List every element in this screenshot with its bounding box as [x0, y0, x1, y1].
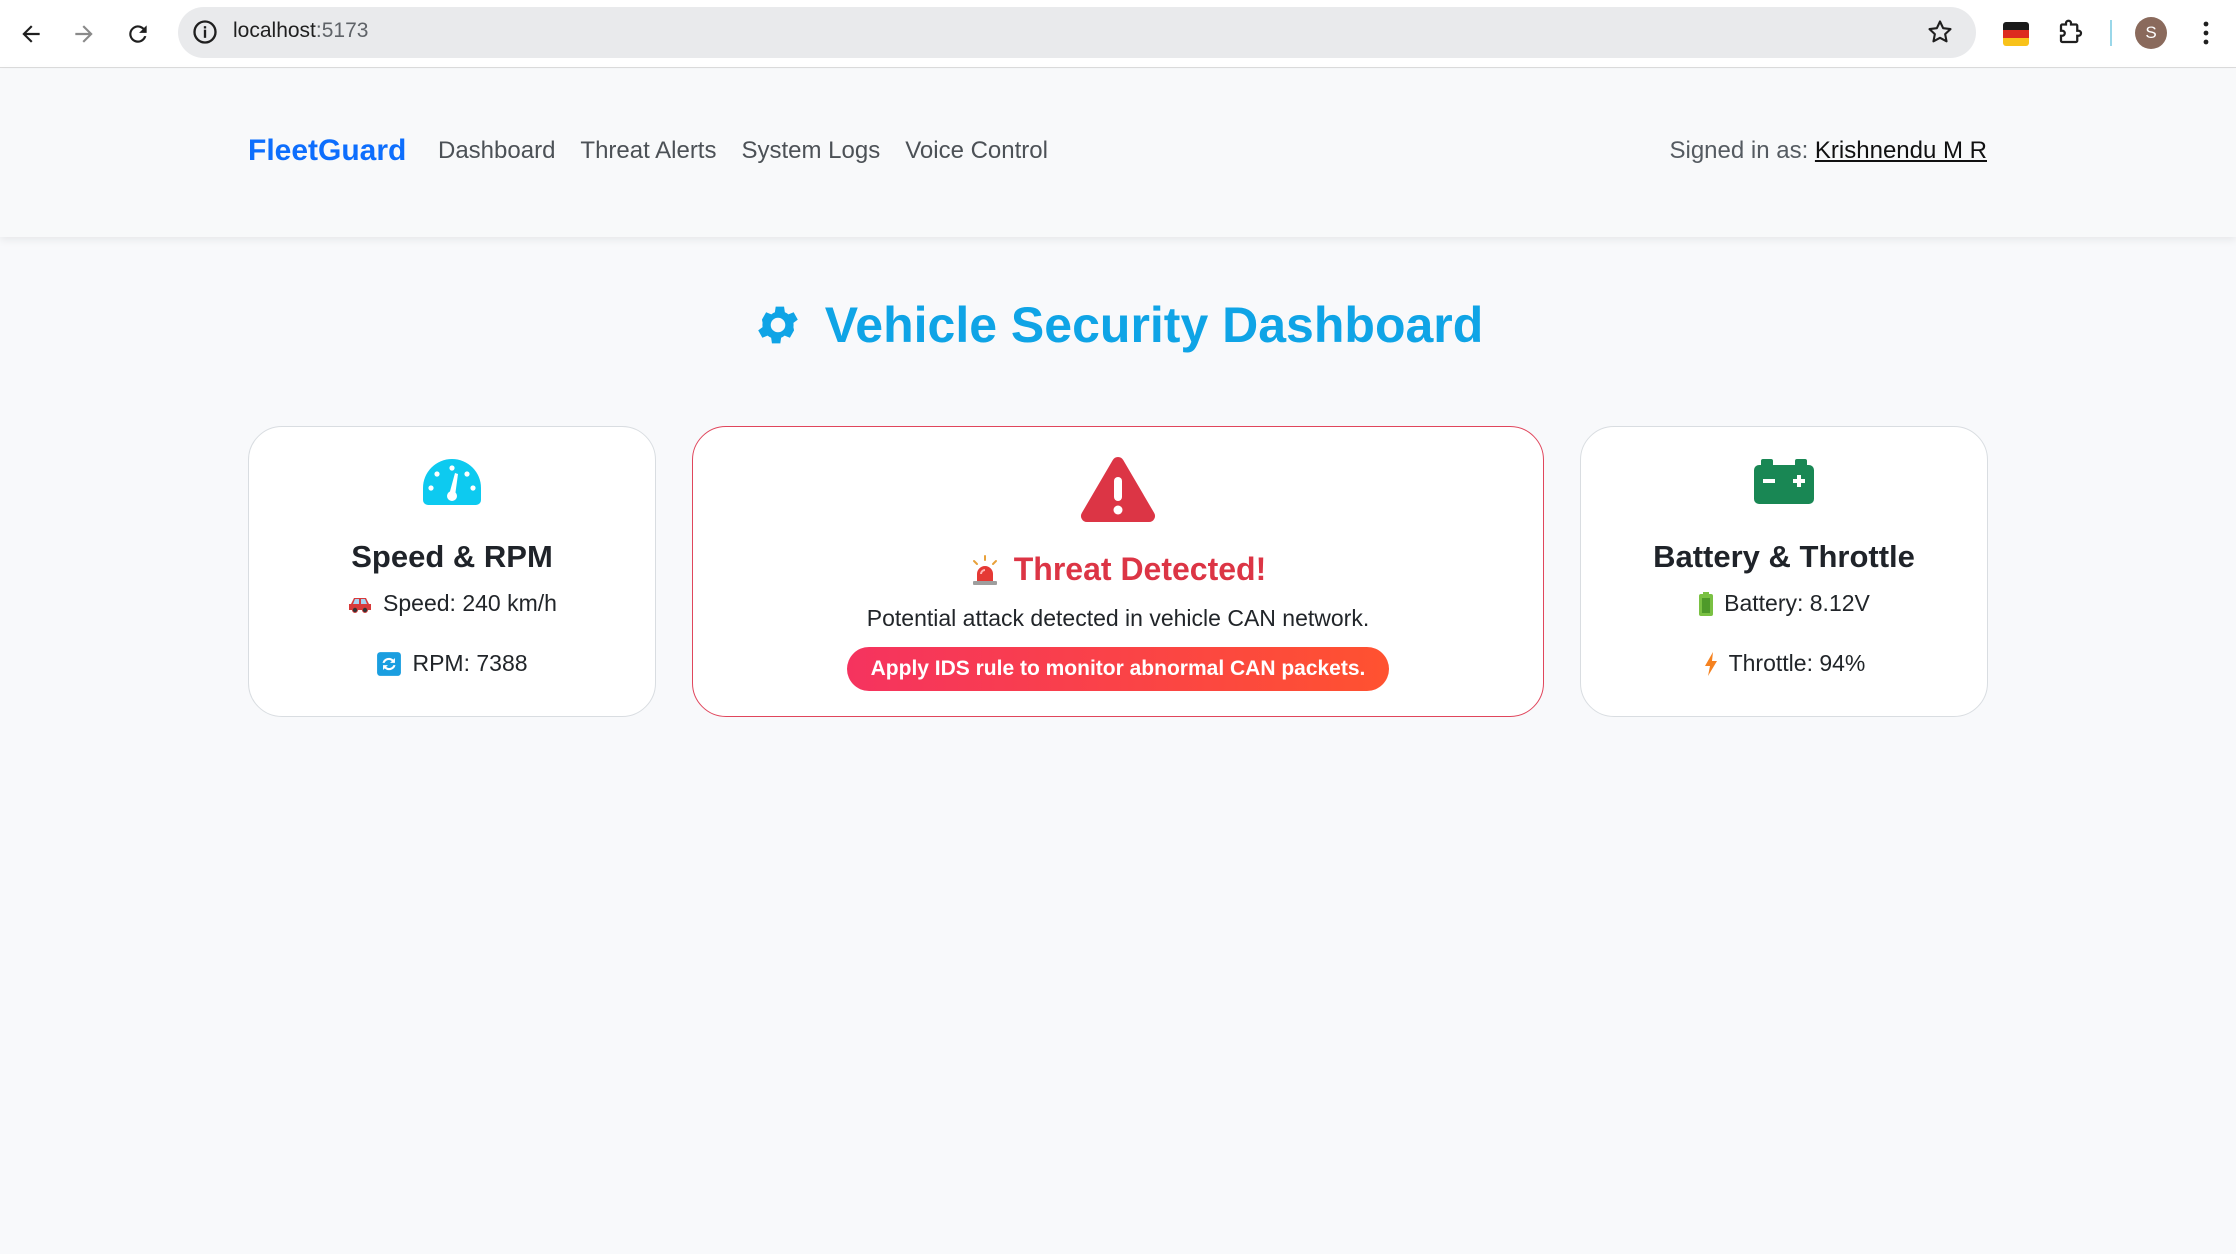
- rpm-value: RPM: 7388: [412, 650, 528, 676]
- car-icon: [349, 597, 372, 613]
- speed-rpm-card: Speed & RPM Speed: 240 km/h RPM: 7388: [248, 426, 656, 717]
- browser-toolbar: localhost:5173 S: [0, 0, 2236, 68]
- warning-triangle-icon: [1080, 457, 1156, 522]
- nav-links: Dashboard Threat Alerts System Logs Voic…: [438, 137, 1073, 165]
- signed-in-status: Signed in as: Krishnendu M R: [1669, 137, 1987, 165]
- signed-in-label: Signed in as:: [1669, 137, 1815, 164]
- ids-rule-badge[interactable]: Apply IDS rule to monitor abnormal CAN p…: [846, 647, 1390, 691]
- battery-card-title: Battery & Throttle: [1653, 539, 1915, 574]
- reload-icon: [129, 25, 147, 43]
- threat-action-wrap: Apply IDS rule to monitor abnormal CAN p…: [693, 647, 1543, 691]
- battery-row: Battery: 8.12V: [1581, 590, 1987, 617]
- brand-logo[interactable]: FleetGuard: [248, 134, 406, 168]
- speedometer-icon: [423, 459, 481, 505]
- page-title: Vehicle Security Dashboard: [824, 297, 1484, 353]
- more-menu-icon[interactable]: [2196, 18, 2216, 48]
- arrow-right-icon: [75, 25, 93, 43]
- flag-extension-icon[interactable]: [2003, 22, 2029, 46]
- nav-link-dashboard[interactable]: Dashboard: [438, 137, 555, 165]
- refresh-icon: [377, 651, 402, 676]
- speed-value: Speed: 240 km/h: [383, 590, 557, 616]
- extensions-icon[interactable]: [2056, 17, 2086, 47]
- app-navbar: FleetGuard Dashboard Threat Alerts Syste…: [0, 69, 2236, 237]
- speed-row: Speed: 240 km/h: [249, 590, 655, 617]
- battery-throttle-card: Battery & Throttle Battery: 8.12V Thrott…: [1580, 426, 1988, 717]
- nav-link-threat-alerts[interactable]: Threat Alerts: [580, 137, 716, 165]
- threat-title: Threat Detected!: [1013, 551, 1267, 587]
- page-heading: Vehicle Security Dashboard: [0, 296, 2236, 354]
- nav-link-system-logs[interactable]: System Logs: [741, 137, 880, 165]
- battery-value: Battery: 8.12V: [1724, 590, 1870, 616]
- battery-icon: [1754, 459, 1814, 504]
- nav-link-voice-control[interactable]: Voice Control: [905, 137, 1048, 165]
- speed-card-title: Speed & RPM: [351, 539, 553, 574]
- threat-message: Potential attack detected in vehicle CAN…: [866, 605, 1370, 631]
- forward-button[interactable]: [64, 14, 104, 54]
- lightning-icon: [1704, 651, 1717, 676]
- profile-avatar[interactable]: S: [2135, 17, 2167, 49]
- threat-title-row: Threat Detected!: [693, 551, 1543, 588]
- siren-icon: [972, 554, 997, 585]
- back-button[interactable]: [11, 14, 51, 54]
- info-icon[interactable]: [191, 18, 219, 46]
- user-link[interactable]: Krishnendu M R: [1815, 137, 1987, 164]
- gear-icon: [757, 306, 798, 344]
- throttle-row: Throttle: 94%: [1581, 650, 1987, 677]
- url-text: localhost:5173: [233, 19, 369, 42]
- throttle-value: Throttle: 94%: [1728, 650, 1866, 676]
- battery-small-icon: [1699, 591, 1714, 616]
- threat-card: Threat Detected! Potential attack detect…: [692, 426, 1544, 717]
- star-icon[interactable]: [1926, 18, 1954, 46]
- reload-button[interactable]: [118, 14, 158, 54]
- toolbar-divider: [2110, 20, 2112, 46]
- arrow-left-icon: [22, 25, 40, 43]
- address-bar[interactable]: localhost:5173: [178, 7, 1976, 58]
- rpm-row: RPM: 7388: [249, 650, 655, 677]
